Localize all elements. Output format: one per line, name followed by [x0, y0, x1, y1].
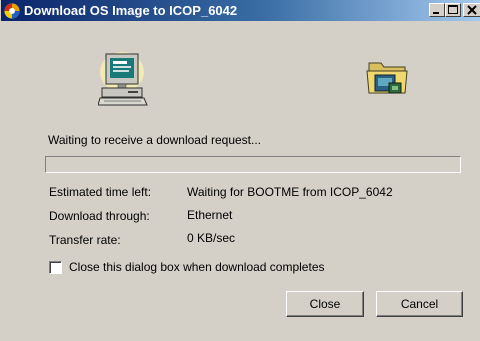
- window-title: Download OS Image to ICOP_6042: [24, 3, 238, 18]
- transfer-rate-label: Transfer rate:: [49, 233, 121, 247]
- device-folder-icon: [366, 62, 408, 94]
- close-on-complete-checkbox[interactable]: [49, 261, 62, 274]
- download-progress-bar: [45, 156, 461, 173]
- status-message: Waiting to receive a download request...: [48, 133, 262, 147]
- download-through-label: Download through:: [49, 209, 150, 223]
- maximize-button[interactable]: [445, 3, 461, 17]
- minimize-icon: [433, 12, 439, 14]
- download-dialog: Download OS Image to ICOP_6042 Waiting t…: [0, 0, 480, 341]
- close-icon: [467, 5, 477, 15]
- close-window-button[interactable]: [463, 3, 480, 17]
- estimated-time-value: Waiting for BOOTME from ICOP_6042: [187, 185, 393, 199]
- close-button[interactable]: Close: [286, 291, 364, 317]
- download-through-value: Ethernet: [187, 208, 233, 222]
- app-logo-icon[interactable]: [4, 3, 20, 19]
- title-bar[interactable]: Download OS Image to ICOP_6042: [1, 0, 480, 21]
- computer-icon: [98, 52, 148, 106]
- cancel-button[interactable]: Cancel: [376, 291, 463, 317]
- minimize-button[interactable]: [429, 3, 445, 17]
- maximize-icon: [448, 5, 458, 14]
- transfer-rate-value: 0 KB/sec: [187, 231, 236, 245]
- close-on-complete-label[interactable]: Close this dialog box when download comp…: [69, 260, 325, 275]
- estimated-time-label: Estimated time left:: [49, 185, 152, 199]
